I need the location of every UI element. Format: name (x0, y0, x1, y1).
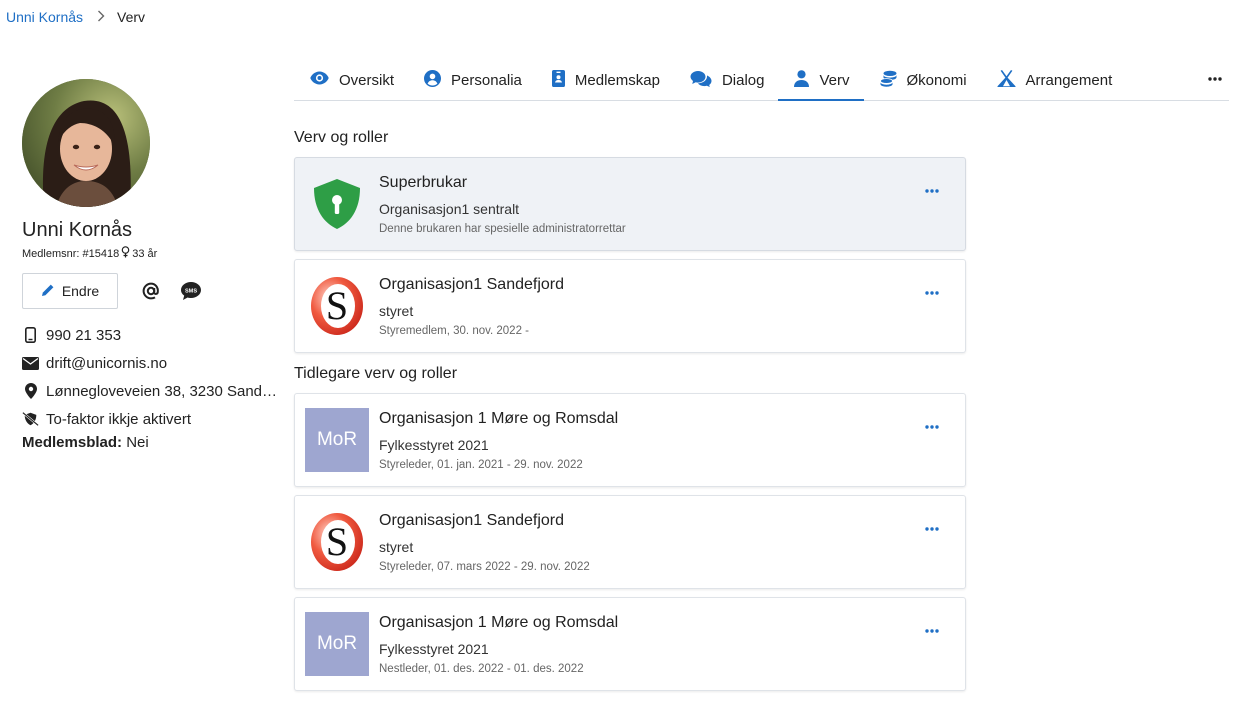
mor-logo: MoR (305, 612, 369, 676)
role-card: Superbrukar Organisasjon1 sentralt Denne… (294, 157, 966, 251)
two-factor-row: To-faktor ikkje aktivert (22, 405, 282, 433)
ellipsis-menu-icon[interactable] (923, 420, 941, 434)
comments-icon (690, 70, 712, 91)
breadcrumb: Unni Kornås Verv (6, 9, 145, 25)
magazine-row: Medlemsblad: Nei (22, 434, 282, 451)
sms-icon[interactable]: SMS (180, 280, 202, 302)
s-logo-icon: S (305, 274, 369, 338)
role-card: S Organisasjon1 Sandefjord styret Styrel… (294, 495, 966, 589)
eye-icon (310, 71, 329, 89)
location-pin-icon (22, 383, 39, 399)
role-subtitle: Fylkesstyret 2021 (379, 641, 489, 657)
mor-logo-text: MoR (305, 612, 369, 676)
mor-logo-text: MoR (305, 408, 369, 472)
profile-meta: Medlemsnr: #15418 33 år (22, 246, 282, 261)
tab-label: Personalia (451, 71, 522, 89)
svg-text:S: S (326, 519, 348, 564)
tab-arrangement[interactable]: Arrangement (981, 60, 1127, 100)
tab-label: Verv (819, 71, 850, 89)
edit-button-label: Endre (61, 283, 100, 299)
role-subtitle: Fylkesstyret 2021 (379, 437, 489, 453)
tab-okonomi[interactable]: Økonomi (864, 60, 981, 100)
coins-icon (879, 70, 897, 91)
phone-number[interactable]: 990 21 353 (46, 327, 121, 344)
role-title: Superbrukar (379, 174, 468, 191)
age: 33 år (132, 247, 158, 260)
phone-row: 990 21 353 (22, 321, 282, 349)
tab-label: Økonomi (906, 71, 967, 89)
shield-off-icon (22, 411, 39, 427)
tab-medlemskap[interactable]: Medlemskap (536, 60, 674, 100)
profile-name: Unni Kornås (22, 219, 133, 241)
ellipsis-menu-icon[interactable] (923, 286, 941, 300)
two-factor-status: To-faktor ikkje aktivert (46, 410, 192, 428)
breadcrumb-current: Verv (117, 9, 146, 25)
chevron-right-icon (97, 10, 105, 25)
tab-label: Oversikt (339, 71, 395, 89)
email-address[interactable]: drift@unicornis.no (46, 355, 167, 372)
tab-oversikt[interactable]: Oversikt (294, 60, 408, 100)
role-note: Styremedlem, 30. nov. 2022 - (379, 325, 529, 337)
tab-personalia[interactable]: Personalia (408, 60, 536, 100)
role-note: Nestleder, 01. des. 2022 - 01. des. 2022 (379, 663, 584, 675)
s-logo-icon: S (305, 510, 369, 574)
tab-verv[interactable]: Verv (778, 60, 864, 101)
magazine-value: Nei (126, 434, 149, 451)
envelope-icon (22, 356, 39, 370)
svg-text:S: S (326, 283, 348, 328)
svg-text:SMS: SMS (185, 289, 197, 295)
tab-bar: Oversikt Personalia Medlemskap Dialog Ve… (294, 60, 1229, 101)
contact-info: 990 21 353 drift@unicornis.no Lønneglove… (22, 321, 282, 451)
tab-label: Arrangement (1025, 71, 1113, 89)
role-title: Organisasjon 1 Møre og Romsdal (379, 614, 619, 631)
email-at-icon[interactable] (140, 280, 162, 302)
role-subtitle: styret (379, 539, 414, 555)
role-note: Denne brukaren har spesielle administrat… (379, 223, 626, 235)
female-icon (121, 246, 130, 261)
role-note: Styreleder, 01. jan. 2021 - 29. nov. 202… (379, 459, 583, 471)
role-subtitle: styret (379, 303, 414, 319)
role-card: S Organisasjon1 Sandefjord styret Styrem… (294, 259, 966, 353)
avatar (22, 79, 150, 207)
user-circle-icon (424, 69, 442, 91)
shield-icon (305, 172, 369, 236)
campground-icon (997, 69, 1016, 91)
mor-logo: MoR (305, 408, 369, 472)
role-title: Organisasjon1 Sandefjord (379, 512, 565, 529)
role-subtitle: Organisasjon1 sentralt (379, 201, 520, 217)
ellipsis-menu-icon[interactable] (923, 184, 941, 198)
section-title-previous: Tidlegare verv og roller (294, 365, 458, 382)
mobile-phone-icon (22, 327, 39, 343)
id-badge-icon (551, 69, 565, 91)
email-row: drift@unicornis.no (22, 349, 282, 377)
address: Lønnegloveveien 38, 3230 Sandefjord (46, 382, 278, 400)
address-row: Lønnegloveveien 38, 3230 Sandefjord (22, 377, 282, 405)
section-title-current: Verv og roller (294, 129, 389, 146)
role-title: Organisasjon 1 Møre og Romsdal (379, 410, 619, 427)
profile-panel: Unni Kornås Medlemsnr: #15418 33 år Endr… (22, 79, 282, 451)
user-icon (794, 69, 810, 91)
more-tabs-ellipsis-icon[interactable] (1205, 68, 1225, 90)
role-note: Styreleder, 07. mars 2022 - 29. nov. 202… (379, 561, 590, 573)
tab-label: Dialog (721, 71, 765, 89)
pencil-icon (41, 283, 55, 300)
tab-dialog[interactable]: Dialog (674, 60, 779, 100)
breadcrumb-parent-link[interactable]: Unni Kornås (6, 9, 83, 25)
edit-button[interactable]: Endre (22, 273, 118, 309)
ellipsis-menu-icon[interactable] (923, 522, 941, 536)
role-card: MoR Organisasjon 1 Møre og Romsdal Fylke… (294, 393, 966, 487)
ellipsis-menu-icon[interactable] (923, 624, 941, 638)
member-number: Medlemsnr: #15418 (22, 247, 120, 260)
tab-label: Medlemskap (574, 71, 660, 89)
profile-actions: Endre SMS (22, 273, 282, 309)
role-title: Organisasjon1 Sandefjord (379, 276, 565, 293)
magazine-label: Medlemsblad: (22, 434, 123, 451)
role-card: MoR Organisasjon 1 Møre og Romsdal Fylke… (294, 597, 966, 691)
